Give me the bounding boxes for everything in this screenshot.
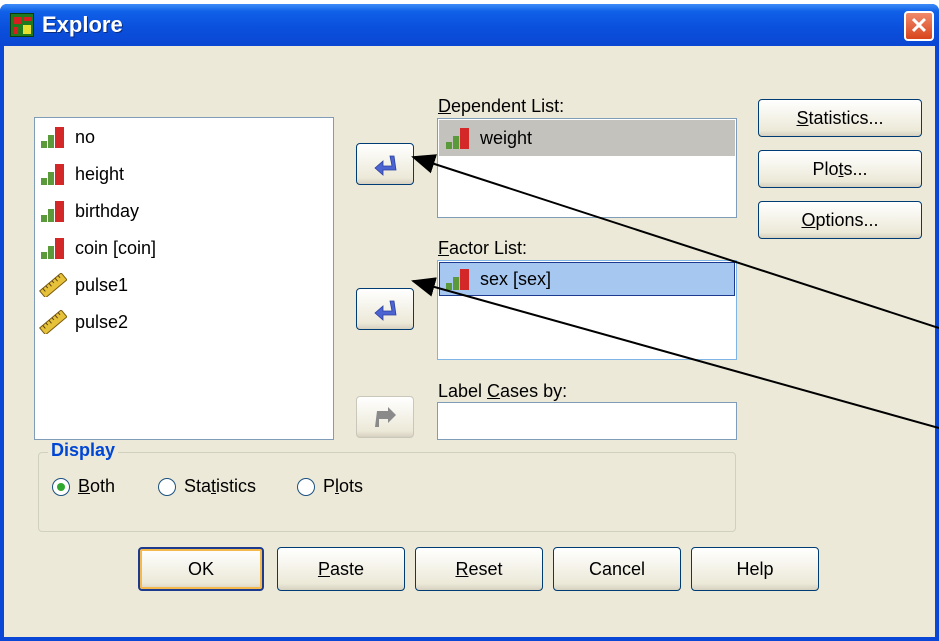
move-to-factor-button[interactable] bbox=[356, 288, 414, 330]
scale-icon bbox=[446, 269, 469, 290]
variable-list[interactable]: no height birthday coin [coin] pulse1 pulse2 bbox=[34, 117, 334, 440]
arrow-right-icon bbox=[375, 407, 396, 427]
scale-icon bbox=[41, 164, 64, 185]
factor-list[interactable]: sex [sex] bbox=[437, 260, 737, 360]
label-cases-label: Label Cases by: bbox=[438, 381, 568, 401]
cancel-button[interactable]: Cancel bbox=[553, 547, 681, 591]
scale-icon bbox=[41, 238, 64, 259]
statistics-radio-label[interactable]: Statistics bbox=[184, 476, 256, 497]
window-title: Explore bbox=[42, 12, 123, 37]
ruler-icon bbox=[39, 273, 67, 297]
statistics-button[interactable]: Statistics... bbox=[758, 99, 922, 137]
options-button[interactable]: Options... bbox=[758, 201, 922, 239]
scale-icon bbox=[41, 127, 64, 148]
dialog-body: no height birthday coin [coin] pulse1 pulse2 … bbox=[4, 46, 935, 637]
ok-button[interactable]: OK bbox=[138, 547, 264, 591]
plots-button[interactable]: Plots... bbox=[758, 150, 922, 188]
explore-dialog: Explore ✕ no height birthday coin [coin] pul… bbox=[0, 4, 939, 641]
factor-list-label: Factor List: bbox=[438, 238, 528, 258]
help-button[interactable]: Help bbox=[691, 547, 819, 591]
display-group-title: Display bbox=[48, 440, 119, 461]
label-cases-field[interactable] bbox=[437, 402, 737, 440]
both-radio-label[interactable]: Both bbox=[78, 476, 115, 497]
spss-app-icon bbox=[10, 13, 34, 37]
ruler-icon bbox=[39, 310, 67, 334]
reset-button[interactable]: Reset bbox=[415, 547, 543, 591]
move-to-dependent-button[interactable] bbox=[356, 143, 414, 185]
display-group bbox=[38, 452, 736, 532]
paste-button[interactable]: Paste bbox=[277, 547, 405, 591]
both-radio[interactable] bbox=[52, 478, 70, 496]
dependent-list-label: Dependent List: bbox=[438, 96, 565, 116]
close-button[interactable]: ✕ bbox=[904, 11, 934, 41]
close-icon: ✕ bbox=[909, 13, 929, 38]
arrow-right-icon bbox=[374, 155, 397, 176]
scale-icon bbox=[446, 128, 469, 149]
scale-icon bbox=[41, 201, 64, 222]
statistics-radio[interactable] bbox=[158, 478, 176, 496]
arrow-right-icon bbox=[374, 300, 397, 321]
title-bar[interactable]: Explore ✕ bbox=[0, 4, 939, 46]
plots-radio-label[interactable]: Plots bbox=[323, 476, 363, 497]
move-to-label-cases-button[interactable] bbox=[356, 396, 414, 438]
dependent-list[interactable]: weight bbox=[437, 118, 737, 218]
plots-radio[interactable] bbox=[297, 478, 315, 496]
